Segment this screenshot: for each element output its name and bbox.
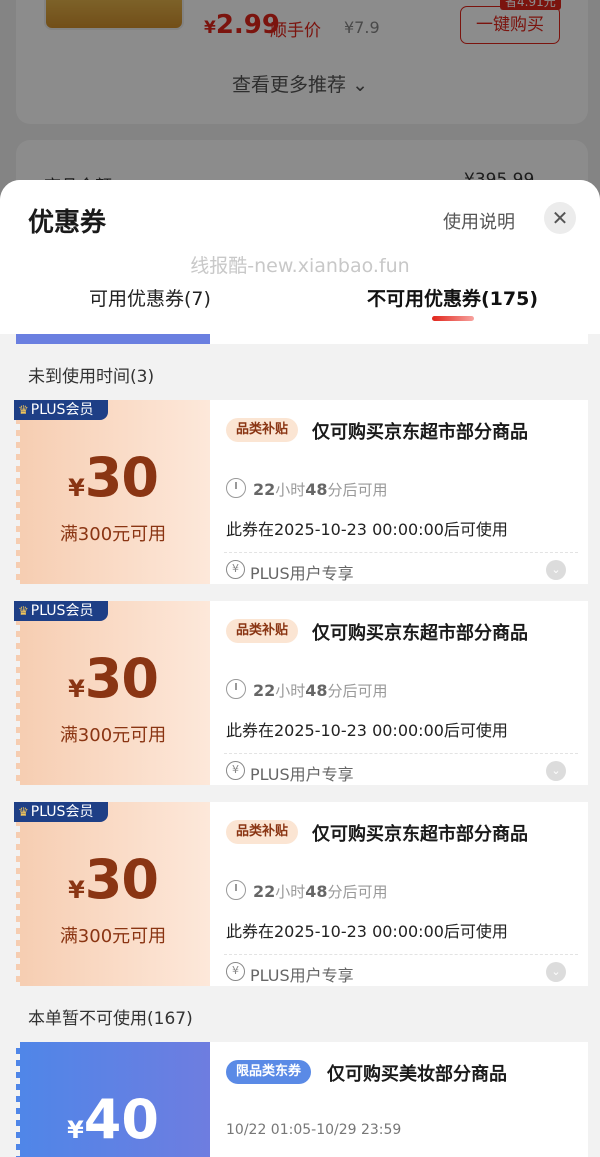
crown-icon: ♛ [18, 403, 29, 417]
coupon-title: 仅可购买京东超市部分商品 [312, 623, 528, 644]
coupon-card[interactable]: ♛ PLUS会员 ¥30 满300元可用 品类补贴 仅可购买京东超市部分商品 22… [14, 601, 588, 785]
modal-overlay[interactable] [0, 0, 600, 200]
tab-unavailable-coupons[interactable]: 不可用优惠券(175) [367, 284, 538, 311]
section-label-unavailable: 本单暂不可使用(167) [28, 1009, 193, 1029]
coupon-amount-panel: ♛ PLUS会员 ¥30 满300元可用 [14, 400, 210, 584]
plus-exclusive-label: PLUS用户专享 [250, 966, 354, 985]
yen-icon: ¥ [226, 761, 245, 780]
coupon-countdown: 22小时48分后可用 [253, 882, 388, 901]
coupon-card[interactable]: ♛ PLUS会员 ¥30 满300元可用 品类补贴 仅可购买京东超市部分商品 22… [14, 400, 588, 584]
plus-exclusive-label: PLUS用户专享 [250, 564, 354, 583]
coupon-title: 仅可购买京东超市部分商品 [312, 824, 528, 845]
divider [224, 552, 578, 553]
close-icon: ✕ [551, 206, 569, 230]
coupon-threshold: 满300元可用 [59, 725, 167, 746]
coupon-amount: ¥30 [68, 647, 159, 710]
clock-icon [226, 679, 246, 699]
coupon-amount-panel: ♛ PLUS会员 ¥30 满300元可用 [14, 601, 210, 785]
coupon-sheet: 优惠券 使用说明 ✕ 线报酷-new.xianbao.fun 可用优惠券(7) … [0, 180, 600, 1157]
divider [224, 753, 578, 754]
crown-icon: ♛ [18, 805, 29, 819]
coupon-threshold: 满300元可用 [59, 524, 167, 545]
plus-member-badge: ♛ PLUS会员 [14, 802, 108, 822]
coupon-title: 仅可购买美妆部分商品 [327, 1064, 507, 1085]
sheet-header: 优惠券 使用说明 ✕ 线报酷-new.xianbao.fun 可用优惠券(7) … [0, 180, 600, 334]
coupon-start-time: 此券在2025-10-23 00:00:00后可使用 [226, 520, 508, 539]
plus-exclusive-label: PLUS用户专享 [250, 765, 354, 784]
coupon-countdown: 22小时48分后可用 [253, 681, 388, 700]
coupon-tag: 品类补贴 [226, 820, 299, 844]
active-tab-indicator [432, 316, 474, 321]
coupon-start-time: 此券在2025-10-23 00:00:00后可使用 [226, 922, 508, 941]
expand-chevron-icon[interactable]: ⌄ [546, 962, 566, 982]
coupon-amount-panel: ¥40 [16, 1042, 210, 1157]
coupon-start-time: 此券在2025-10-23 00:00:00后可使用 [226, 721, 508, 740]
watermark: 线报酷-new.xianbao.fun [190, 255, 410, 277]
coupon-card-beauty[interactable]: ¥40 限品类东券 仅可购买美妆部分商品 10/22 01:05-10/29 2… [16, 1042, 588, 1157]
coupon-amount: ¥30 [68, 446, 159, 509]
clock-icon [226, 880, 246, 900]
coupon-countdown: 22小时48分后可用 [253, 480, 388, 499]
sheet-title: 优惠券 [28, 208, 107, 238]
expand-chevron-icon[interactable]: ⌄ [546, 761, 566, 781]
coupon-title: 仅可购买京东超市部分商品 [312, 422, 528, 443]
coupon-amount: ¥30 [68, 848, 159, 911]
tab-available-coupons[interactable]: 可用优惠券(7) [89, 284, 211, 311]
expand-chevron-icon[interactable]: ⌄ [546, 560, 566, 580]
coupon-amount: ¥40 [67, 1088, 159, 1151]
coupon-amount-panel: ♛ PLUS会员 ¥30 满300元可用 [14, 802, 210, 986]
coupon-validity: 10/22 01:05-10/29 23:59 [226, 1122, 402, 1138]
coupon-card[interactable]: ♛ PLUS会员 ¥30 满300元可用 品类补贴 仅可购买京东超市部分商品 22… [14, 802, 588, 986]
section-label-not-yet: 未到使用时间(3) [28, 367, 155, 387]
coupon-tag: 限品类东券 [226, 1060, 312, 1084]
coupon-tag: 品类补贴 [226, 619, 299, 643]
coupon-threshold: 满300元可用 [59, 926, 167, 947]
previous-coupon-edge-left [16, 334, 210, 344]
close-button[interactable]: ✕ [544, 202, 576, 234]
coupon-tag: 品类补贴 [226, 418, 299, 442]
usage-instructions-link[interactable]: 使用说明 [443, 208, 515, 234]
yen-icon: ¥ [226, 560, 245, 579]
yen-icon: ¥ [226, 962, 245, 981]
plus-member-badge: ♛ PLUS会员 [14, 400, 108, 420]
divider [224, 954, 578, 955]
crown-icon: ♛ [18, 604, 29, 618]
plus-member-badge: ♛ PLUS会员 [14, 601, 108, 621]
clock-icon [226, 478, 246, 498]
